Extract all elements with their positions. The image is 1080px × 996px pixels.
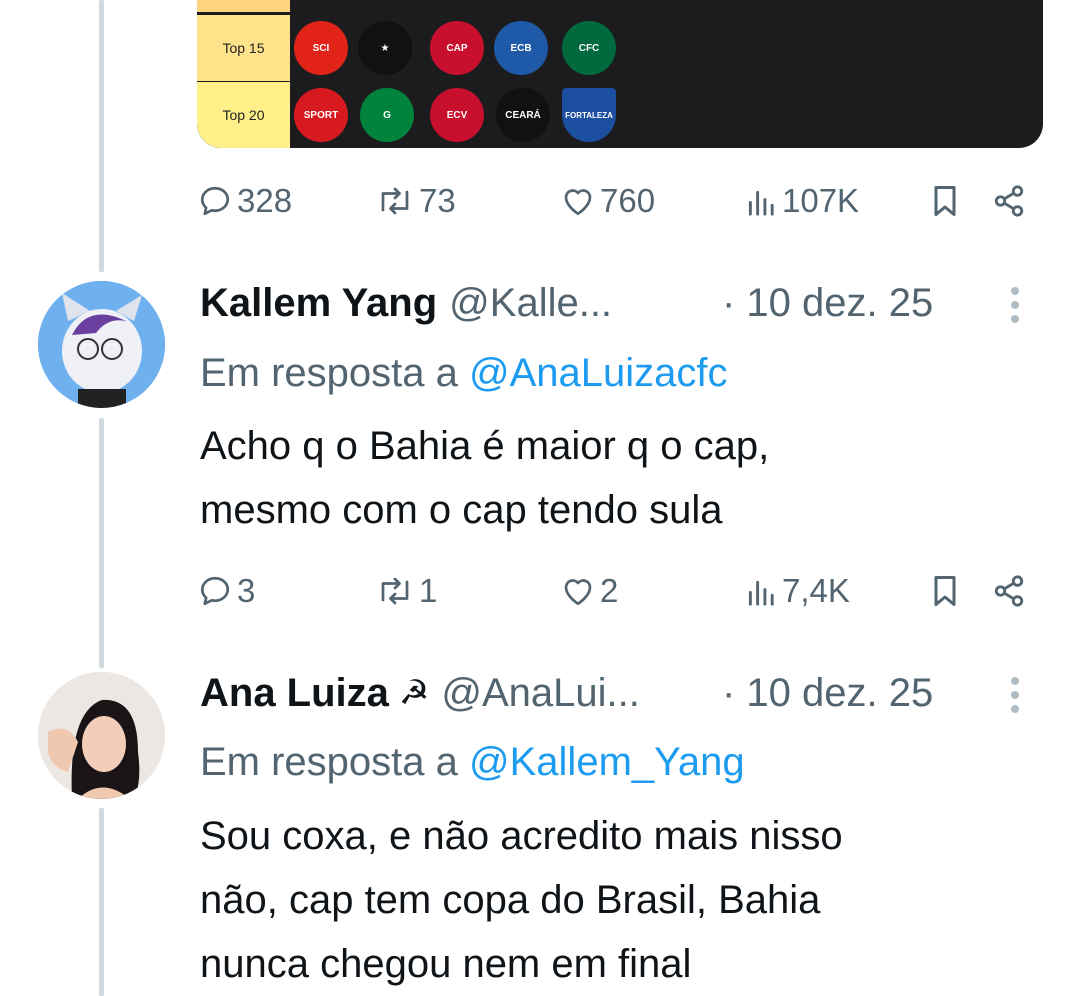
display-name[interactable]: Ana Luiza	[200, 671, 389, 716]
bahia-crest: ECB	[494, 21, 548, 75]
athletico-crest: CAP	[430, 21, 484, 75]
hammer-sickle-emoji: ☭	[398, 674, 430, 712]
tweet-header: Ana Luiza ☭ @AnaLui...	[200, 668, 640, 718]
analytics-icon	[748, 190, 774, 216]
bookmark-button[interactable]	[930, 569, 960, 613]
tier-row	[197, 0, 1043, 12]
tier-label: Top 20	[197, 82, 290, 148]
repost-count: 1	[419, 572, 438, 609]
reply-button[interactable]: 328	[197, 179, 292, 223]
heart-icon	[564, 189, 592, 216]
like-count: 2	[600, 572, 619, 609]
bookmark-button[interactable]	[930, 179, 960, 223]
internacional-crest: SCI	[294, 21, 348, 75]
ceara-crest: CEARÁ	[496, 88, 550, 142]
views-button[interactable]: 7,4K	[746, 569, 850, 613]
reply-count: 3	[237, 572, 256, 609]
tier-label	[197, 0, 290, 12]
thread-connector-line	[99, 808, 104, 996]
tweet-text: Sou coxa, e não acredito mais nisso não,…	[200, 804, 1040, 996]
view-count: 107K	[782, 182, 860, 219]
reply-icon	[200, 186, 230, 216]
tweet-date[interactable]: · 10 dez. 25	[722, 668, 933, 718]
more-options-icon[interactable]	[1003, 283, 1027, 327]
tweet-date[interactable]: · 10 dez. 25	[722, 278, 933, 328]
repost-count: 73	[419, 182, 456, 219]
analytics-icon	[748, 580, 774, 606]
avatar[interactable]	[38, 281, 165, 408]
botafogo-crest: ★	[358, 21, 412, 75]
reply-prefix: Em resposta a	[200, 351, 470, 395]
tweet-text-line: não, cap tem copa do Brasil, Bahia	[200, 878, 821, 922]
tier-row-top-20: Top 20 SPORT G ECV CEARÁ FORTALEZA	[197, 82, 1043, 148]
thread-connector-line	[99, 418, 104, 668]
tweet-text-line: mesmo com o cap tendo sula	[200, 488, 723, 532]
like-button[interactable]: 2	[560, 569, 618, 613]
mention-link[interactable]: @AnaLuizacfc	[469, 351, 728, 395]
user-handle[interactable]: @AnaLui...	[441, 671, 640, 716]
fortaleza-crest: FORTALEZA	[562, 88, 616, 142]
reply-count: 328	[237, 182, 293, 219]
display-name[interactable]: Kallem Yang	[200, 281, 437, 326]
share-button[interactable]	[992, 569, 1026, 613]
reply-context: Em resposta a @Kallem_Yang	[200, 737, 745, 787]
repost-button[interactable]: 1	[375, 569, 437, 613]
tier-row-top-15: Top 15 SCI ★ CAP ECB CFC	[197, 15, 1043, 81]
tweet-text-line: Acho q o Bahia é maior q o cap,	[200, 424, 770, 468]
tweet-text: Acho q o Bahia é maior q o cap, mesmo co…	[200, 414, 1040, 542]
repost-icon	[381, 187, 409, 215]
tweet-text-line: Sou coxa, e não acredito mais nisso	[200, 814, 843, 858]
goias-crest: G	[360, 88, 414, 142]
share-icon	[994, 185, 1024, 217]
avatar[interactable]	[38, 672, 165, 799]
thread-connector-line	[99, 0, 104, 272]
user-handle[interactable]: @Kalle...	[449, 281, 612, 326]
sport-crest: SPORT	[294, 88, 348, 142]
tier-list-image[interactable]: Top 15 SCI ★ CAP ECB CFC Top 20 SPORT G …	[197, 0, 1043, 148]
reply-context: Em resposta a @AnaLuizacfc	[200, 348, 728, 398]
tweet-action-bar: 3 1 2 7,4K	[197, 569, 1037, 613]
vitoria-crest: ECV	[430, 88, 484, 142]
mention-link[interactable]: @Kallem_Yang	[469, 740, 745, 784]
reply-icon	[200, 576, 230, 606]
bookmark-icon	[934, 186, 956, 216]
repost-icon	[381, 577, 409, 605]
tier-label: Top 15	[197, 15, 290, 81]
tweet-action-bar: 328 73 760 107K	[197, 179, 1037, 223]
bookmark-icon	[934, 576, 956, 606]
avatar-image	[38, 672, 165, 799]
heart-icon	[564, 579, 592, 606]
share-icon	[994, 575, 1024, 607]
view-count: 7,4K	[782, 572, 850, 609]
more-options-icon[interactable]	[1003, 673, 1027, 717]
tweet-text-line: nunca chegou nem em final	[200, 942, 692, 986]
views-button[interactable]: 107K	[746, 179, 859, 223]
like-button[interactable]: 760	[560, 179, 655, 223]
share-button[interactable]	[992, 179, 1026, 223]
reply-prefix: Em resposta a	[200, 740, 470, 784]
repost-button[interactable]: 73	[375, 179, 456, 223]
avatar-image	[38, 281, 165, 408]
reply-button[interactable]: 3	[197, 569, 255, 613]
like-count: 760	[600, 182, 656, 219]
tweet-header: Kallem Yang @Kalle...	[200, 278, 612, 328]
coritiba-crest: CFC	[562, 21, 616, 75]
